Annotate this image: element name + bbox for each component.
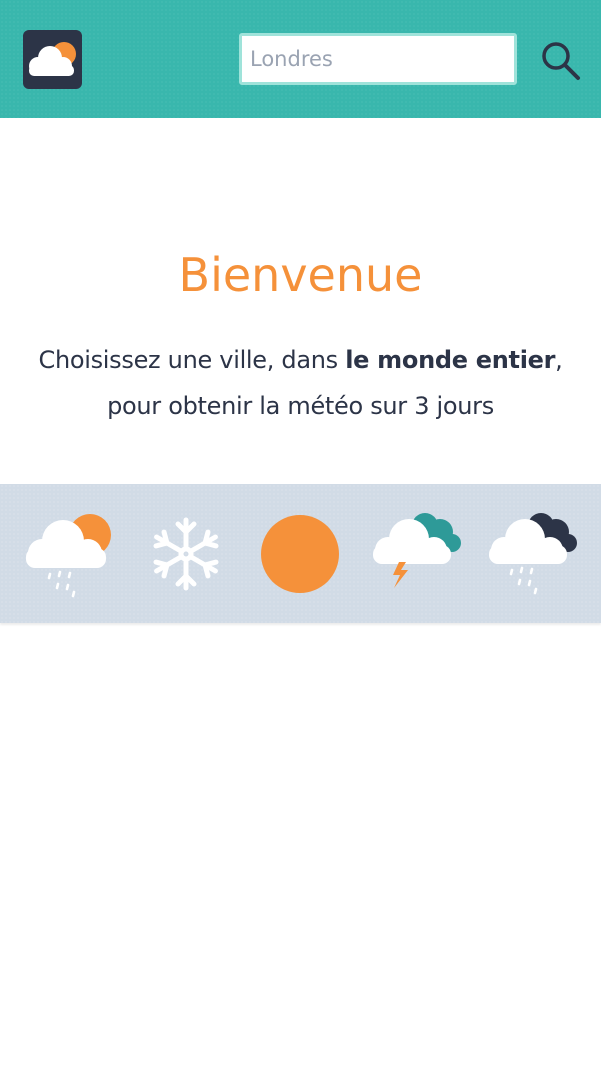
welcome-title: Bienvenue xyxy=(178,248,423,302)
search-icon xyxy=(542,42,580,80)
app-header xyxy=(0,0,601,118)
sun-cloud-rain-icon xyxy=(26,514,111,598)
snowflake-icon xyxy=(153,517,219,591)
subtitle-text: Choisissez une ville, dans xyxy=(38,346,346,374)
dark-cloud-rain-icon xyxy=(489,513,577,595)
storm-cloud-lightning-icon xyxy=(373,513,461,588)
sun-icon xyxy=(261,515,339,593)
welcome-subtitle: Choisissez une ville, dans le monde enti… xyxy=(0,337,601,429)
cloud-sun-icon xyxy=(29,42,76,76)
subtitle-line2: pour obtenir la météo sur 3 jours xyxy=(107,392,494,420)
subtitle-emphasis: le monde entier xyxy=(345,346,556,374)
app-logo[interactable] xyxy=(23,30,82,89)
subtitle-comma: , xyxy=(555,346,563,374)
city-search-input[interactable] xyxy=(239,33,517,85)
weather-icons-band xyxy=(0,484,601,623)
search-button[interactable] xyxy=(538,38,582,82)
